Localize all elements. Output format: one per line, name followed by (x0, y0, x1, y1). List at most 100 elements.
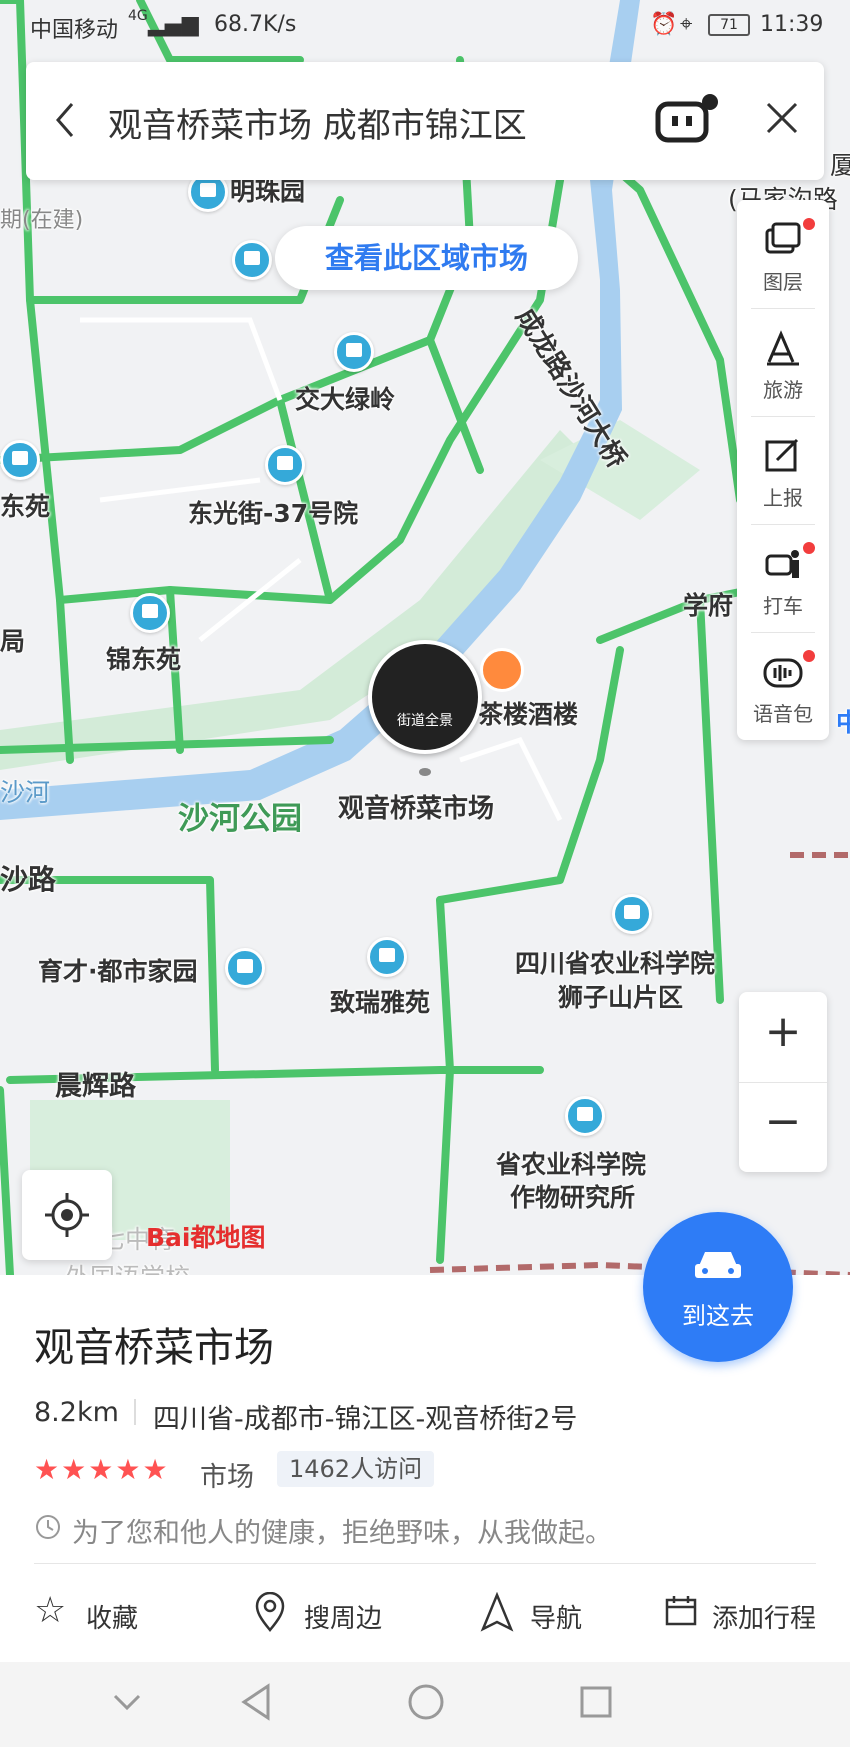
map-label: 晨辉路 (55, 1071, 136, 1102)
location-point-icon (419, 768, 431, 776)
go-there-label: 到这去 (682, 1302, 754, 1330)
navigate-label: 导航 (530, 1604, 583, 1634)
health-notice: 为了您和他人的健康，拒绝野味，从我做起。 (72, 1518, 612, 1549)
map-label: 学府 (683, 591, 734, 620)
map-label: 沙河 (0, 778, 51, 807)
map-label: 期(在建) (0, 208, 84, 233)
divider (34, 1563, 816, 1564)
place-name: 观音桥菜市场 (34, 1325, 274, 1371)
tool-label: 打车 (763, 594, 803, 618)
rating-stars: ★★★★★ (34, 1453, 170, 1486)
system-nav-bar (0, 1662, 850, 1747)
tool-label: 上报 (763, 486, 803, 510)
map-label: 沙路 (0, 863, 57, 896)
robot-icon[interactable] (654, 92, 720, 146)
layers-icon (765, 222, 801, 254)
map-label: 外国语学校 (65, 1258, 190, 1275)
battery-icon: 71 (708, 14, 750, 36)
search-bar[interactable]: 观音桥菜市场 成都市锦江区 (26, 62, 824, 180)
map-label: 东苑 (0, 492, 51, 521)
favorite-label: 收藏 (86, 1604, 139, 1634)
search-query[interactable]: 观音桥菜市场 成都市锦江区 (108, 98, 527, 147)
car-icon (695, 1252, 741, 1278)
map-label: 厦 (830, 151, 850, 180)
clock: 11:39 (760, 12, 824, 37)
target-label: 观音桥菜市场 (338, 794, 495, 824)
poi-marker-icon[interactable] (130, 593, 170, 633)
location-pin-icon (255, 1592, 285, 1632)
zoom-control: + − (739, 992, 827, 1172)
map-toolbar: 图层 旅游 上报 打车 语音包 (737, 200, 829, 740)
map-view[interactable]: 明珠园 交大绿岭 东光街-37号院 东苑 锦东苑 局 沙河 沙河公园 观音桥菜市… (0, 0, 850, 1275)
signal-icon: ▂▄▆ (148, 12, 199, 37)
street-view-marker[interactable]: 街道全景 (368, 640, 482, 754)
clock-icon (36, 1515, 60, 1539)
home-circle-icon[interactable] (406, 1682, 446, 1722)
star-icon: ★ (34, 1453, 60, 1486)
poi-marker-icon[interactable] (565, 1096, 605, 1136)
star-icon: ★ (61, 1453, 87, 1486)
map-label: 四川省农业科学院 (515, 949, 716, 978)
poi-marker-icon[interactable] (232, 240, 272, 280)
map-label: 沙河公园 (178, 801, 302, 837)
taxi-icon (765, 550, 799, 578)
map-label: 锦东苑 (106, 645, 182, 674)
map-label: 育才·都市家园 (38, 957, 198, 986)
tool-travel[interactable]: 旅游 (737, 308, 829, 416)
place-category: 市场 (200, 1462, 254, 1493)
tool-label: 语音包 (753, 702, 813, 726)
tool-label: 旅游 (763, 378, 803, 402)
travel-icon (767, 330, 799, 366)
navigation-arrow-icon (480, 1592, 514, 1632)
map-label: 交大绿岭 (295, 385, 396, 414)
back-triangle-icon[interactable] (238, 1682, 272, 1722)
poi-marker-icon[interactable] (225, 948, 265, 988)
go-there-button[interactable]: 到这去 (643, 1212, 793, 1362)
location-icon: ⌖ (680, 12, 693, 37)
poi-marker-icon[interactable] (334, 332, 374, 372)
notification-dot (803, 650, 815, 662)
view-area-markets-button[interactable]: 查看此区域市场 (275, 226, 578, 290)
place-distance: 8.2km (34, 1397, 119, 1428)
place-address: 四川省-成都市-锦江区-观音桥街2号 (153, 1404, 578, 1435)
recents-square-icon[interactable] (578, 1684, 614, 1720)
baidu-map-logo: Bai都地图 (146, 1223, 266, 1252)
map-label: 狮子山片区 (558, 983, 684, 1012)
poi-marker-icon[interactable] (612, 894, 652, 934)
notification-dot (803, 218, 815, 230)
close-icon[interactable] (762, 98, 802, 138)
poi-marker-icon[interactable] (0, 440, 40, 480)
zoom-out-button[interactable]: − (739, 1096, 827, 1147)
map-label: 作物研究所 (510, 1183, 636, 1212)
map-label: 东光街-37号院 (188, 499, 359, 528)
map-label: 茶楼酒楼 (478, 700, 579, 729)
network-speed: 68.7K/s (214, 12, 297, 37)
locate-me-button[interactable] (22, 1170, 112, 1260)
map-label: 省农业科学院 (496, 1150, 647, 1179)
zoom-in-button[interactable]: + (739, 1006, 827, 1057)
alarm-icon: ⏰ (650, 12, 678, 37)
tool-report[interactable]: 上报 (737, 416, 829, 524)
restaurant-icon[interactable] (480, 648, 524, 692)
poi-marker-icon[interactable] (367, 937, 407, 977)
map-label: 致瑞雅苑 (330, 988, 431, 1017)
voice-pack-icon (763, 658, 803, 688)
chevron-left-icon[interactable] (46, 98, 86, 142)
tool-taxi[interactable]: 打车 (737, 524, 829, 632)
tool-layers[interactable]: 图层 (737, 200, 829, 308)
visit-count-badge: 1462人访问 (277, 1451, 435, 1487)
poi-marker-icon[interactable] (265, 445, 305, 485)
tool-label: 图层 (763, 270, 803, 294)
map-label: 中 (836, 708, 850, 737)
crosshair-icon (45, 1193, 89, 1237)
report-icon (765, 438, 799, 472)
add-trip-label: 添加行程 (712, 1604, 817, 1634)
divider (739, 1082, 827, 1083)
search-nearby-label: 搜周边 (304, 1604, 383, 1634)
street-view-label: 街道全景 (397, 713, 453, 729)
star-icon: ★ (142, 1453, 168, 1486)
carrier: 中国移动 (30, 18, 119, 43)
chevron-down-icon[interactable] (112, 1692, 142, 1712)
star-icon: ★ (88, 1453, 114, 1486)
tool-voice-pack[interactable]: 语音包 (737, 632, 829, 740)
